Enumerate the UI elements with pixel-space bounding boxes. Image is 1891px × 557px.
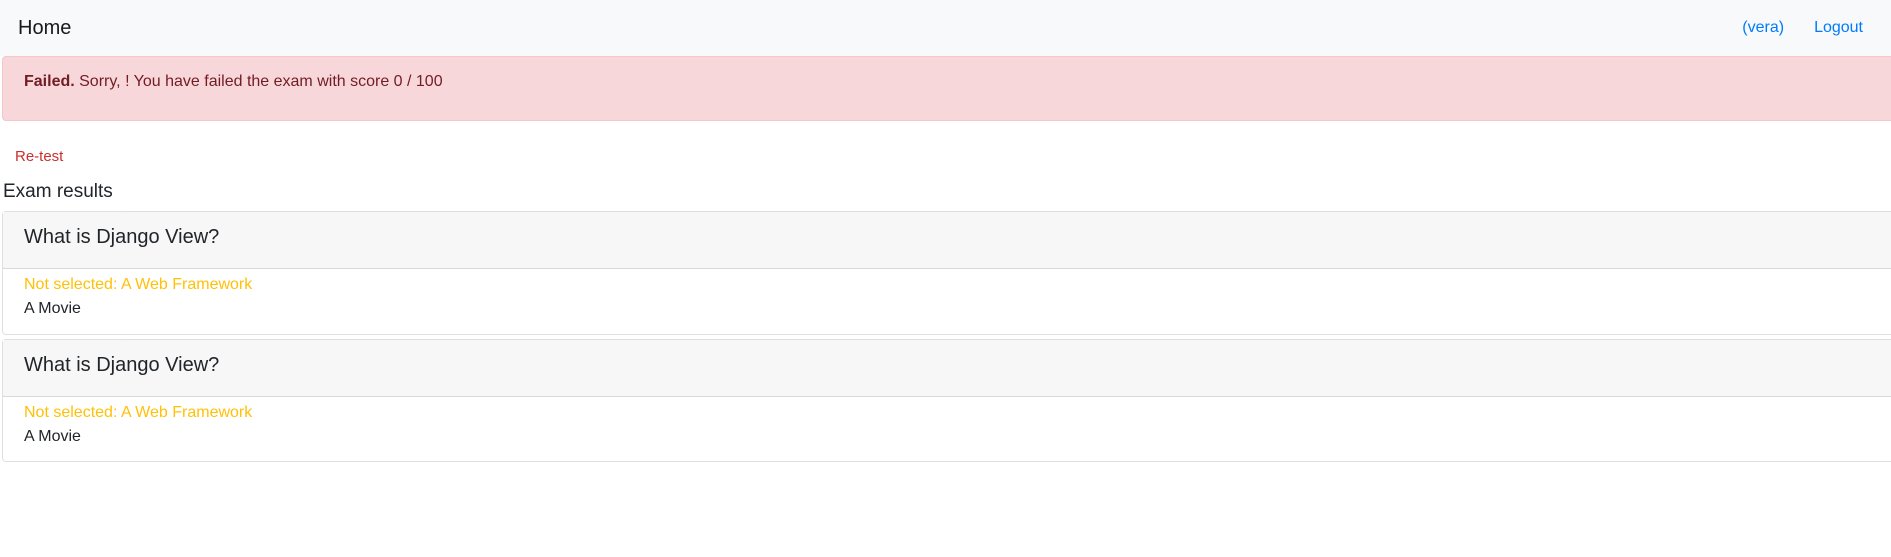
nav-right-group: (vera) Logout [1727,19,1873,37]
user-link[interactable]: (vera) [1727,19,1799,37]
home-link[interactable]: Home [18,17,71,40]
top-navbar: Home (vera) Logout [0,0,1891,56]
result-card: What is Django View? Not selected: A Web… [2,339,1891,462]
retest-link[interactable]: Re-test [15,148,63,165]
result-card-header: What is Django View? [3,340,1891,397]
not-selected-option: Not selected: A Web Framework [24,276,253,293]
answer-option: A Movie [24,428,81,445]
result-card-body: Not selected: A Web Framework A Movie [3,397,1891,462]
question-title: What is Django View? [24,354,220,376]
failed-alert: Failed. Sorry, ! You have failed the exa… [2,56,1891,121]
alert-message: Sorry, ! You have failed the exam with s… [74,73,443,90]
result-card-header: What is Django View? [3,212,1891,269]
logout-link[interactable]: Logout [1799,19,1873,37]
not-selected-option: Not selected: A Web Framework [24,404,253,421]
question-title: What is Django View? [24,226,220,248]
answer-option: A Movie [24,300,81,317]
alert-status: Failed. [24,73,75,90]
result-card-body: Not selected: A Web Framework A Movie [3,269,1891,334]
result-card: What is Django View? Not selected: A Web… [2,211,1891,335]
exam-results-title: Exam results [3,181,113,202]
